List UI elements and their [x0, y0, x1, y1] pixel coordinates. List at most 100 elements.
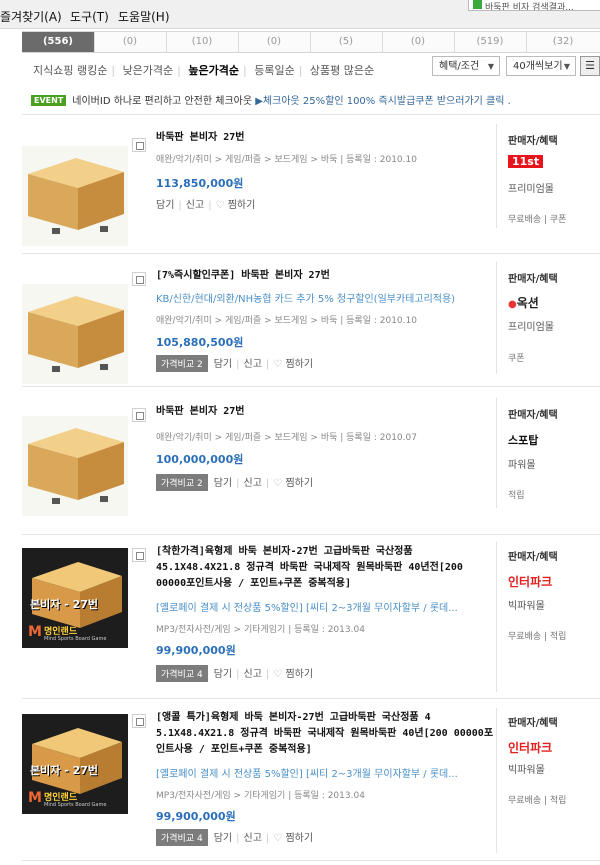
list-view-icon[interactable]: ☰ [580, 56, 600, 76]
menu-tools[interactable]: 도구(T) [70, 8, 109, 25]
category-level[interactable]: MP3/전자사전/게임 [156, 625, 231, 635]
benefit-filter-select[interactable]: 혜택/조건 ▼ [432, 56, 500, 76]
sort-ranking[interactable]: 지식쇼핑 랭킹순 [33, 64, 107, 77]
cart-button[interactable]: 담기 [214, 478, 232, 489]
shipping-badge: 쿠폰 [508, 354, 525, 364]
seller-grade: 프리미엄몰 [508, 184, 554, 195]
product-thumbnail[interactable] [22, 416, 128, 516]
seller-grade: 빅파워몰 [508, 601, 545, 612]
seller-logo-11st[interactable]: 11st [508, 154, 544, 168]
cart-button[interactable]: 담기 [156, 200, 174, 211]
cart-button[interactable]: 담기 [214, 359, 232, 370]
sort-high-price[interactable]: 높은가격순 [188, 64, 239, 77]
category-level[interactable]: 게임/퍼즐 [225, 155, 261, 165]
price-compare-button[interactable]: 가격비교 4 [156, 829, 208, 846]
category-level[interactable]: 애완/악기/취미 [156, 155, 212, 165]
compare-checkbox[interactable] [132, 272, 146, 286]
report-button[interactable]: 신고 [244, 359, 262, 370]
product-thumbnail[interactable]: 본비자 - 27번 명인랜드 Mind Sports Board Game M [22, 714, 128, 814]
product-title[interactable]: 바둑판 본비자 27번 [156, 130, 496, 146]
sort-low-price[interactable]: 낮은가격순 [123, 64, 174, 77]
product-actions: 가격비교 2 담기 | 신고 | ♡ 찜하기 [156, 474, 313, 491]
category-level[interactable]: MP3/전자사전/게임 [156, 791, 231, 801]
seller-logo-interpark[interactable]: 인터파크 [508, 573, 552, 590]
price-compare-button[interactable]: 가격비교 4 [156, 665, 208, 682]
product-category: 애완/악기/취미 > 게임/퍼즐 > 보드게임 > 바둑 | 등록일 : 201… [156, 433, 417, 443]
price-compare-count: 2 [197, 479, 203, 489]
sort-reviews[interactable]: 상품평 많은순 [310, 64, 374, 77]
report-button[interactable]: 신고 [244, 478, 262, 489]
count-tab[interactable]: (0) [382, 32, 455, 52]
count-tab[interactable]: (5) [310, 32, 383, 52]
report-button[interactable]: 신고 [244, 833, 262, 844]
sort-date[interactable]: 등록일순 [254, 64, 294, 77]
count-tab[interactable]: (556) [22, 32, 95, 52]
wish-button[interactable]: 찜하기 [228, 200, 256, 211]
divider [22, 860, 600, 861]
product-category: MP3/전자사전/게임 > 기타게임기 | 등록일 : 2013.04 [156, 625, 365, 635]
menu-help[interactable]: 도움말(H) [118, 8, 170, 25]
cart-button[interactable]: 담기 [214, 669, 232, 680]
heart-icon: ♡ [273, 669, 283, 680]
seller-logo-auction[interactable]: ●옥션 [508, 294, 539, 311]
divider [22, 114, 600, 115]
category-level[interactable]: 기타게임기 [244, 791, 285, 801]
browser-tab[interactable]: 바둑판 비자 검색결과... [468, 0, 600, 11]
naver-icon [473, 0, 482, 9]
category-level[interactable]: 애완/악기/취미 [156, 433, 212, 443]
price-compare-button[interactable]: 가격비교 2 [156, 474, 208, 491]
report-button[interactable]: 신고 [244, 669, 262, 680]
product-thumbnail[interactable] [22, 146, 128, 246]
compare-checkbox[interactable] [132, 408, 146, 422]
wish-button[interactable]: 찜하기 [285, 669, 313, 680]
divider [496, 398, 497, 508]
category-level[interactable]: 바둑 [321, 155, 338, 165]
wish-button[interactable]: 찜하기 [285, 359, 313, 370]
product-promo[interactable]: [옐로페이 결제 시 전상품 5%할인] [씨티 2~3개월 무이자할부 / 롯… [156, 765, 496, 780]
shipping-info: 무료배송 | 적립 [508, 796, 567, 806]
seller-logo-interpark[interactable]: 인터파크 [508, 739, 552, 756]
browser-tab-title: 바둑판 비자 검색결과... [485, 3, 574, 11]
product-title[interactable]: [앵콜 특가]육형제 바둑 본비자-27번 고급바둑판 국산정품 4 5.1X4… [156, 710, 496, 758]
count-tab[interactable]: (0) [238, 32, 311, 52]
category-level[interactable]: 바둑 [321, 316, 338, 326]
wish-button[interactable]: 찜하기 [285, 478, 313, 489]
category-level[interactable]: 보드게임 [274, 155, 307, 165]
go-board-image [28, 428, 124, 504]
product-promo[interactable]: [옐로페이 결제 시 전상품 5%할인] [씨티 2~3개월 무이자할부 / 롯… [156, 599, 496, 614]
category-level[interactable]: 게임/퍼즐 [225, 316, 261, 326]
price-compare-button[interactable]: 가격비교 2 [156, 355, 208, 372]
price-compare-label: 가격비교 [161, 670, 195, 680]
cart-button[interactable]: 담기 [214, 833, 232, 844]
category-level[interactable]: 애완/악기/취미 [156, 316, 212, 326]
category-level[interactable]: 기타게임기 [244, 625, 285, 635]
category-level[interactable]: 바둑 [321, 433, 338, 443]
compare-checkbox[interactable] [132, 714, 146, 728]
shipping-info: 쿠폰 [508, 351, 525, 364]
count-tab[interactable]: (10) [166, 32, 239, 52]
event-link[interactable]: ▶체크아웃 25%할인 100% 즉시발급쿠폰 받으러가기 클릭 . [255, 96, 511, 107]
product-title[interactable]: [착한가격]육형제 바둑 본비자-27번 고급바둑판 국산정품 45.1X48.… [156, 544, 496, 592]
product-title[interactable]: 바둑판 본비자 27번 [156, 404, 496, 420]
go-board-image [28, 296, 124, 372]
category-level[interactable]: 보드게임 [274, 433, 307, 443]
product-promo[interactable]: KB/신한/현대/외환/NH농협 카드 추가 5% 청구할인(일부카테고리적용) [156, 290, 496, 305]
product-thumbnail[interactable]: 본비자 - 27번 명인랜드 Mind Sports Board Game M [22, 548, 128, 648]
seller-logo-spotop[interactable]: 스포탑 [508, 432, 538, 448]
product-thumbnail[interactable] [22, 284, 128, 384]
count-tab[interactable]: (32) [526, 32, 600, 52]
product-title[interactable]: [7%즉시할인쿠폰] 바둑판 본비자 27번 [156, 268, 496, 284]
compare-checkbox[interactable] [132, 138, 146, 152]
count-tab[interactable]: (0) [94, 32, 167, 52]
wish-button[interactable]: 찜하기 [285, 833, 313, 844]
category-level[interactable]: 보드게임 [274, 316, 307, 326]
product-actions: 가격비교 4 담기 | 신고 | ♡ 찜하기 [156, 665, 313, 682]
go-board-image [28, 158, 124, 234]
category-level[interactable]: 게임/퍼즐 [225, 433, 261, 443]
compare-checkbox[interactable] [132, 548, 146, 562]
report-button[interactable]: 신고 [186, 200, 204, 211]
event-badge: EVENT [31, 95, 67, 106]
count-tab[interactable]: (519) [454, 32, 527, 52]
page-size-select[interactable]: 40개씩보기 ▼ [506, 56, 576, 76]
menu-favorites[interactable]: 즐겨찾기(A) [0, 8, 62, 25]
